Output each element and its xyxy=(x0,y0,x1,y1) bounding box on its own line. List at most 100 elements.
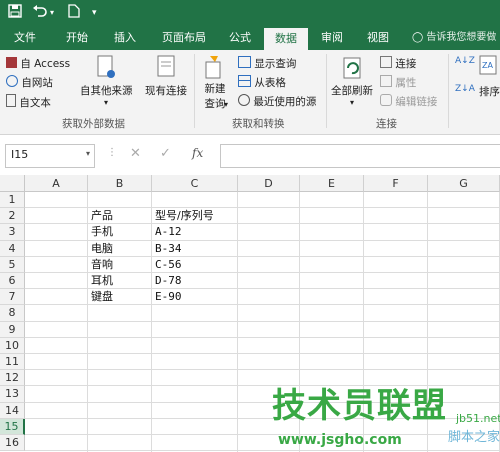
cell-b4[interactable]: 电脑 xyxy=(91,241,113,257)
cell-b7[interactable]: 键盘 xyxy=(91,289,113,305)
column-header-d[interactable]: D xyxy=(238,175,300,192)
cell-b6[interactable]: 耳机 xyxy=(91,273,113,289)
cell-c3[interactable]: A-12 xyxy=(155,224,182,240)
refresh-all-button[interactable]: 全部刷新 ▾ xyxy=(330,54,374,107)
gridline xyxy=(25,320,500,322)
tab-data[interactable]: 数据 xyxy=(264,28,308,50)
tab-file[interactable]: 文件 xyxy=(0,26,50,50)
insert-function-icon[interactable]: fx xyxy=(192,146,203,160)
access-icon xyxy=(6,57,17,68)
from-table-button[interactable]: 从表格 xyxy=(238,75,286,90)
column-header-f[interactable]: F xyxy=(364,175,428,192)
connections-button[interactable]: 连接 xyxy=(380,56,416,71)
cell-b3[interactable]: 手机 xyxy=(91,224,113,240)
sort-button[interactable]: 排序 xyxy=(479,84,500,99)
sort-descending-button[interactable]: Z↓A xyxy=(455,84,475,94)
column-header-e[interactable]: E xyxy=(300,175,364,192)
show-queries-button[interactable]: 显示查询 xyxy=(238,56,296,71)
drag-handle-icon[interactable]: ⋮ xyxy=(107,147,117,158)
formula-bar: I15 ▾ ⋮ ✕ ✓ fx xyxy=(0,135,500,176)
row-header-14[interactable]: 14 xyxy=(0,402,25,419)
chevron-down-icon: ▾ xyxy=(349,98,354,107)
from-text-button[interactable]: 自文本 xyxy=(6,94,51,110)
edit-links-button[interactable]: 编辑链接 xyxy=(380,94,437,109)
column-header-g[interactable]: G xyxy=(428,175,500,192)
from-other-sources-button[interactable]: 自其他来源 ▾ xyxy=(80,54,133,107)
enter-icon[interactable]: ✓ xyxy=(160,146,171,161)
formula-input[interactable] xyxy=(220,144,500,168)
tab-review[interactable]: 审阅 xyxy=(310,26,354,50)
clock-icon xyxy=(238,94,250,106)
sort-icon: ZA xyxy=(478,54,498,83)
watermark-side-text-2: 脚本之家 xyxy=(448,430,500,445)
row-header-13[interactable]: 13 xyxy=(0,386,25,403)
row-header-1[interactable]: 1 xyxy=(0,192,25,209)
gridline xyxy=(25,450,500,452)
group-label-external: 获取外部数据 xyxy=(62,118,125,130)
from-web-button[interactable]: 自网站 xyxy=(6,75,53,90)
tab-view[interactable]: 视图 xyxy=(356,26,400,50)
column-header-a[interactable]: A xyxy=(25,175,88,192)
new-query-icon xyxy=(205,56,221,79)
row-header-4[interactable]: 4 xyxy=(0,240,25,257)
group-label-transform: 获取和转换 xyxy=(232,118,285,130)
tell-me-box[interactable]: ◯ 告诉我您想要做 xyxy=(412,26,496,50)
group-label-connections: 连接 xyxy=(376,118,397,130)
from-access-button[interactable]: 自 Access xyxy=(6,56,70,71)
save-icon[interactable] xyxy=(8,4,22,22)
cell-c6[interactable]: D-78 xyxy=(155,273,182,289)
name-box-value: I15 xyxy=(11,148,29,161)
column-header-c[interactable]: C xyxy=(152,175,238,192)
new-file-icon[interactable] xyxy=(68,4,80,22)
cell-c4[interactable]: B-34 xyxy=(155,241,182,257)
watermark-site-url: www.jsgho.com xyxy=(278,432,402,448)
properties-button[interactable]: 属性 xyxy=(380,75,416,90)
tab-insert[interactable]: 插入 xyxy=(102,26,148,50)
row-header-16[interactable]: 16 xyxy=(0,435,25,452)
row-header-8[interactable]: 8 xyxy=(0,305,25,322)
row-header-11[interactable]: 11 xyxy=(0,354,25,371)
lightbulb-icon: ◯ xyxy=(412,32,424,43)
row-header-12[interactable]: 12 xyxy=(0,370,25,387)
gridline xyxy=(25,369,500,371)
watermark-logo-text: 技术员联盟 xyxy=(272,386,447,426)
existing-connections-button[interactable]: 现有连接 xyxy=(142,54,190,98)
row-header-3[interactable]: 3 xyxy=(0,224,25,241)
row-header-5[interactable]: 5 xyxy=(0,256,25,273)
cell-c2[interactable]: 型号/序列号 xyxy=(155,208,214,224)
customize-qat-icon[interactable]: ▾ xyxy=(92,4,97,22)
tab-formulas[interactable]: 公式 xyxy=(218,26,262,50)
cell-c7[interactable]: E-90 xyxy=(155,289,182,305)
grid-icon xyxy=(238,75,251,87)
row-header-7[interactable]: 7 xyxy=(0,289,25,306)
cancel-icon[interactable]: ✕ xyxy=(130,146,141,161)
row-header-9[interactable]: 9 xyxy=(0,321,25,338)
gridline xyxy=(237,192,238,452)
ribbon-tabs: 文件 开始 插入 页面布局 公式 数据 审阅 视图 ◯ 告诉我您想要做 xyxy=(0,26,500,50)
chevron-down-icon[interactable]: ▾ xyxy=(86,149,90,158)
tab-home[interactable]: 开始 xyxy=(54,26,100,50)
select-all-corner[interactable] xyxy=(0,175,25,192)
name-box[interactable]: I15 ▾ xyxy=(5,144,95,168)
properties-icon xyxy=(380,75,392,87)
tab-page-layout[interactable]: 页面布局 xyxy=(152,26,216,50)
row-header-10[interactable]: 10 xyxy=(0,337,25,354)
column-header-b[interactable]: B xyxy=(88,175,152,192)
recent-sources-button[interactable]: 最近使用的源 xyxy=(238,94,316,109)
tell-me-text: 告诉我您想要做 xyxy=(426,32,497,43)
link-icon xyxy=(380,94,392,106)
cell-c5[interactable]: C-56 xyxy=(155,257,182,273)
sort-ascending-button[interactable]: A↓Z xyxy=(455,56,475,66)
cell-b5[interactable]: 音响 xyxy=(91,257,113,273)
row-header-6[interactable]: 6 xyxy=(0,273,25,290)
gridline xyxy=(25,336,500,338)
svg-text:ZA: ZA xyxy=(482,61,493,70)
group-divider xyxy=(194,54,195,128)
undo-icon[interactable] xyxy=(32,4,48,22)
group-divider xyxy=(448,54,449,128)
cell-b2[interactable]: 产品 xyxy=(91,208,113,224)
undo-dropdown-icon[interactable]: ▾ xyxy=(50,4,54,22)
row-header-2[interactable]: 2 xyxy=(0,208,25,225)
chevron-down-icon: ▾ xyxy=(224,100,229,109)
row-header-15[interactable]: 15 xyxy=(0,418,25,435)
